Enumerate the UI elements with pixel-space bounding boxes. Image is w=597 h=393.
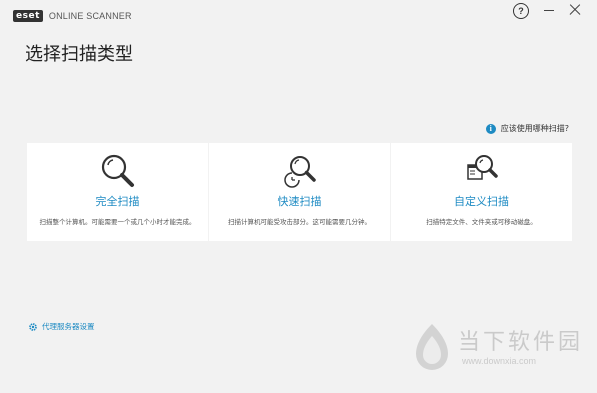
scan-help-text: 应该使用哪种扫描? [500, 124, 569, 133]
product-name: ONLINE SCANNER [48, 11, 132, 21]
proxy-settings-link[interactable]: 代理服务器设置 [28, 321, 95, 332]
page-title: 选择扫描类型 [25, 44, 133, 65]
full-scan-description: 扫描整个计算机。可能需要一个或几个小时才能完成。 [39, 218, 196, 226]
info-icon: i [485, 123, 496, 134]
custom-scan-description: 扫描特定文件、文件夹或可移动磁盘。 [426, 218, 537, 226]
full-scan-card[interactable]: 完全扫描 扫描整个计算机。可能需要一个或几个小时才能完成。 [27, 143, 208, 241]
minimize-button[interactable] [542, 1, 558, 17]
scan-help-link[interactable]: i 应该使用哪种扫描? [485, 123, 569, 134]
title-bar: eset ONLINE SCANNER ? [0, 0, 597, 32]
proxy-settings-label: 代理服务器设置 [42, 322, 95, 331]
watermark-logo-icon [416, 324, 448, 370]
magnifier-icon [101, 154, 134, 187]
quick-scan-title: 快速扫描 [277, 195, 322, 208]
custom-scan-card[interactable]: 自定义扫描 扫描特定文件、文件夹或可移动磁盘。 [391, 143, 572, 241]
quick-scan-description: 扫描计算机可能受攻击部分。这可能需要几分钟。 [228, 218, 371, 226]
watermark: 当下软件园 www.downxia.com [412, 320, 592, 380]
logo-badge: eset [13, 10, 43, 22]
quick-scan-card[interactable]: 快速扫描 扫描计算机可能受攻击部分。这可能需要几分钟。 [209, 143, 390, 241]
watermark-url: www.downxia.com [462, 356, 537, 366]
custom-scan-title: 自定义扫描 [454, 195, 509, 208]
gear-icon [29, 322, 37, 331]
help-button[interactable]: ? [513, 3, 529, 19]
eset-logo: eset ONLINE SCANNER [13, 10, 132, 22]
close-button[interactable] [567, 1, 583, 17]
full-scan-title: 完全扫描 [95, 195, 140, 208]
magnifier-clock-icon [283, 156, 316, 188]
magnifier-window-icon [466, 155, 498, 180]
watermark-name: 当下软件园 [458, 330, 584, 355]
